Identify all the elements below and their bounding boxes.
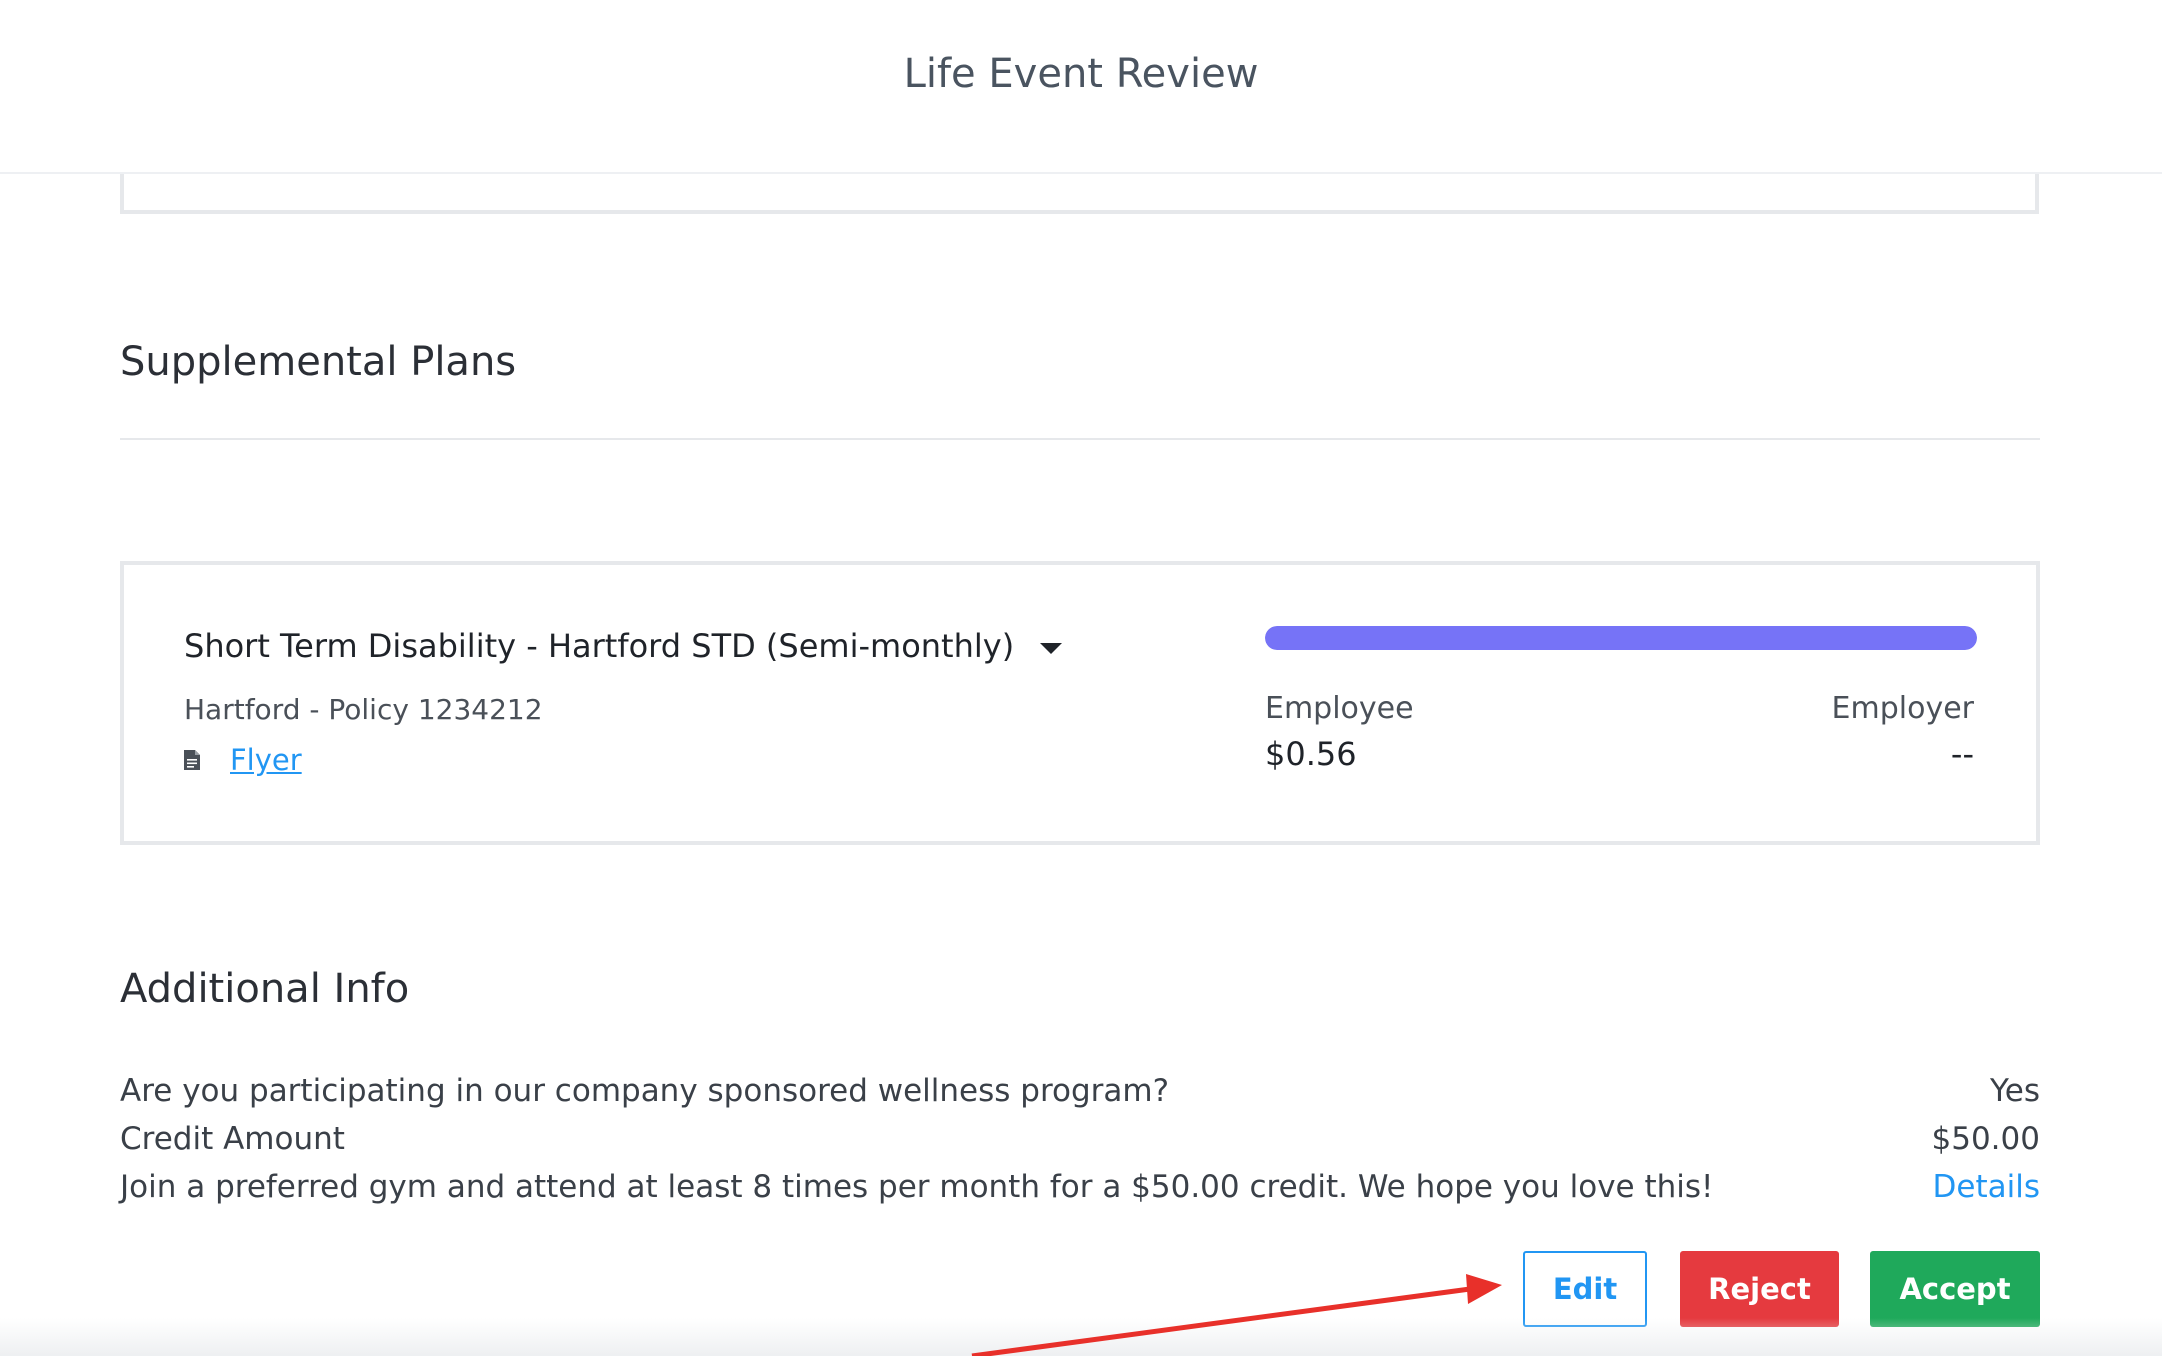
bottom-fade [0, 1318, 2162, 1356]
info-label: Are you participating in our company spo… [120, 1073, 1170, 1109]
document-icon [184, 750, 200, 770]
contribution-bar [1265, 626, 1977, 650]
supplemental-plans-heading: Supplemental Plans [120, 339, 517, 385]
accept-button[interactable]: Accept [1870, 1251, 2040, 1327]
arrow-head [1466, 1274, 1502, 1304]
plan-name: Short Term Disability - Hartford STD (Se… [184, 627, 1015, 665]
employee-share-fill [1265, 626, 1977, 650]
plan-carrier: Hartford - Policy 1234212 [184, 693, 543, 726]
plan-title-row: Short Term Disability - Hartford STD (Se… [184, 627, 1063, 665]
plan-card: Short Term Disability - Hartford STD (Se… [120, 561, 2040, 845]
employer-label: Employer [1831, 691, 1974, 726]
details-link[interactable]: Details [1933, 1169, 2040, 1205]
info-row-wellness: Are you participating in our company spo… [120, 1071, 2040, 1111]
info-row-credit: Credit Amount $50.00 [120, 1119, 2040, 1159]
reject-button[interactable]: Reject [1680, 1251, 1839, 1327]
info-label: Join a preferred gym and attend at least… [120, 1169, 1714, 1205]
info-value: Yes [1989, 1073, 2040, 1109]
flyer-link[interactable]: Flyer [230, 743, 302, 777]
section-divider [120, 438, 2040, 440]
employee-amount: $0.56 [1265, 735, 1357, 773]
edit-button[interactable]: Edit [1523, 1251, 1647, 1327]
info-row-gym: Join a preferred gym and attend at least… [120, 1167, 2040, 1207]
chevron-down-icon[interactable] [1040, 642, 1063, 654]
info-value: $50.00 [1931, 1121, 2040, 1157]
flyer-row: Flyer [184, 743, 302, 777]
page-title: Life Event Review [903, 51, 1259, 97]
info-label: Credit Amount [120, 1121, 345, 1157]
employer-amount: -- [1950, 735, 1974, 773]
additional-info-heading: Additional Info [120, 966, 410, 1012]
page-header: Life Event Review [0, 0, 2162, 174]
employee-label: Employee [1265, 691, 1414, 726]
